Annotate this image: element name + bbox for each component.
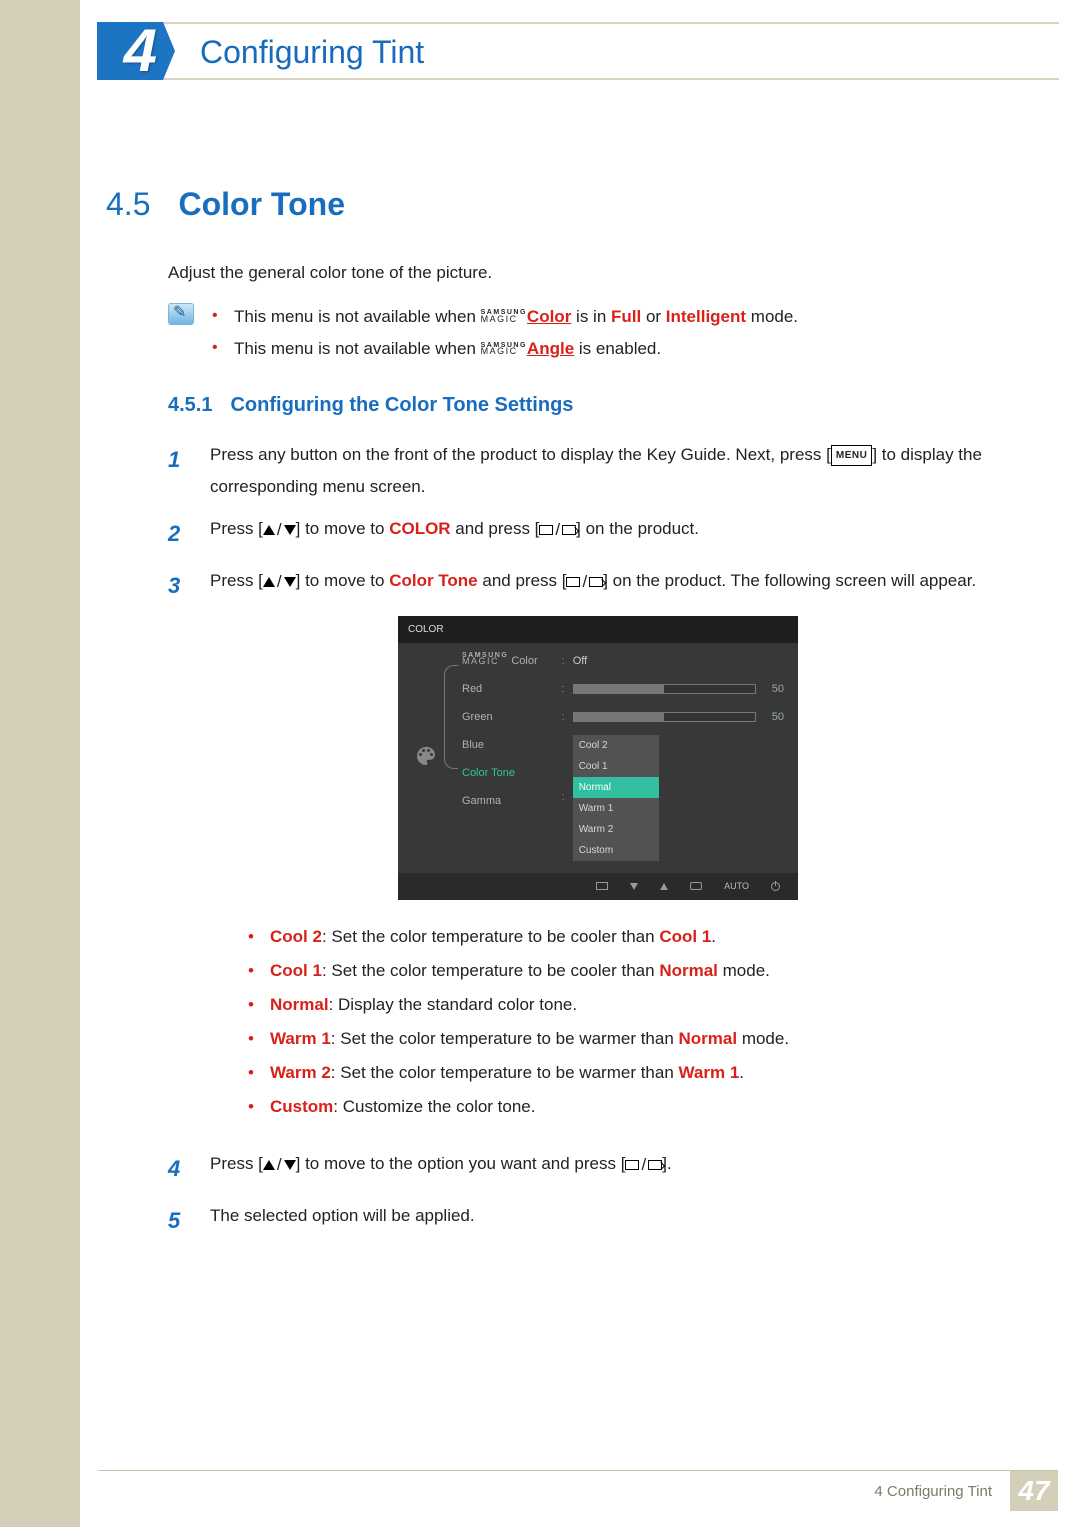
section-title: Color Tone	[178, 186, 345, 223]
up-down-icon: /	[263, 566, 296, 598]
list-item: Cool 2: Set the color temperature to be …	[248, 920, 986, 954]
osd-label: Blue	[462, 735, 538, 756]
osd-label: Gamma	[462, 791, 538, 812]
step-number: 2	[168, 513, 186, 555]
slider-icon	[573, 712, 756, 722]
osd-row: : Cool 2 Cool 1 Normal Warm 1 Warm 2 Cus…	[562, 735, 784, 861]
samsung-magic-icon: SAMSUNGMAGIC	[462, 653, 508, 666]
samsung-magic-icon: SAMSUNGMAGIC	[481, 343, 527, 356]
step-number: 1	[168, 439, 186, 481]
chapter-badge: 4	[97, 22, 163, 80]
chapter-number: 4	[124, 16, 157, 85]
steps-list: 1 Press any button on the front of the p…	[168, 439, 986, 1242]
options-list: Cool 2: Set the color temperature to be …	[248, 920, 986, 1124]
osd-up-icon	[660, 883, 668, 890]
osd-screenshot: COLOR SAMSUNGMAGIC Color Red Green Blue	[398, 616, 798, 900]
step-body: Press [/] to move to COLOR and press [/]…	[210, 513, 986, 546]
step: 2 Press [/] to move to COLOR and press […	[168, 513, 986, 555]
osd-row: :50	[562, 679, 784, 700]
osd-selected: Normal	[573, 777, 659, 798]
chapter-title: Configuring Tint	[200, 34, 424, 71]
note-icon	[168, 303, 194, 325]
step: 3 Press [/] to move to Color Tone and pr…	[168, 565, 986, 1138]
step-body: The selected option will be applied.	[210, 1200, 986, 1232]
page-sidebar	[0, 0, 80, 1527]
list-item: Cool 1: Set the color temperature to be …	[248, 954, 986, 988]
footer: 4 Configuring Tint 47	[80, 1471, 1058, 1511]
up-down-icon: /	[263, 1149, 296, 1181]
note-list: This menu is not available when SAMSUNGM…	[212, 301, 798, 366]
list-item: Warm 2: Set the color temperature to be …	[248, 1056, 986, 1090]
note-item: This menu is not available when SAMSUNGM…	[212, 333, 798, 365]
up-down-icon: /	[263, 514, 296, 546]
osd-row: :Off	[562, 651, 784, 672]
osd-row: :50	[562, 707, 784, 728]
step: 5 The selected option will be applied.	[168, 1200, 986, 1242]
osd-enter-icon	[690, 882, 702, 890]
step-body: Press [/] to move to Color Tone and pres…	[210, 565, 986, 1138]
subsection-number: 4.5.1	[168, 394, 212, 417]
section-heading: 4.5 Color Tone	[106, 186, 986, 223]
list-item: Custom: Customize the color tone.	[248, 1090, 986, 1124]
note-block: This menu is not available when SAMSUNGM…	[168, 301, 986, 366]
content: 4.5 Color Tone Adjust the general color …	[106, 186, 986, 1252]
select-enter-icon: /	[539, 514, 576, 546]
osd-label-active: Color Tone	[462, 763, 538, 784]
subsection-heading: 4.5.1 Configuring the Color Tone Setting…	[168, 394, 986, 417]
osd-footer: AUTO	[398, 873, 798, 900]
osd-back-icon	[596, 882, 608, 890]
select-enter-icon: /	[625, 1149, 662, 1181]
palette-icon	[414, 744, 438, 768]
samsung-magic-icon: SAMSUNGMAGIC	[481, 310, 527, 323]
osd-auto: AUTO	[724, 878, 749, 895]
step: 4 Press [/] to move to the option you wa…	[168, 1148, 986, 1190]
step-number: 4	[168, 1148, 186, 1190]
osd-label: SAMSUNGMAGIC Color	[462, 651, 538, 672]
intro-text: Adjust the general color tone of the pic…	[168, 263, 986, 283]
osd-label: Green	[462, 707, 538, 728]
list-item: Warm 1: Set the color temperature to be …	[248, 1022, 986, 1056]
select-enter-icon: /	[566, 566, 603, 598]
osd-label: Red	[462, 679, 538, 700]
step-number: 3	[168, 565, 186, 607]
menu-button-icon: MENU	[831, 445, 872, 466]
step-number: 5	[168, 1200, 186, 1242]
slider-icon	[573, 684, 756, 694]
note-item: This menu is not available when SAMSUNGM…	[212, 301, 798, 333]
step: 1 Press any button on the front of the p…	[168, 439, 986, 504]
step-body: Press [/] to move to the option you want…	[210, 1148, 986, 1181]
page-number: 47	[1010, 1471, 1058, 1511]
section-number: 4.5	[106, 186, 150, 223]
footer-text: 4 Configuring Tint	[874, 1483, 992, 1500]
osd-power-icon	[771, 882, 780, 891]
list-item: Normal: Display the standard color tone.	[248, 988, 986, 1022]
osd-down-icon	[630, 883, 638, 890]
osd-dropdown: Cool 2 Cool 1 Normal Warm 1 Warm 2 Custo…	[573, 735, 659, 861]
osd-bracket	[444, 665, 458, 769]
osd-title: COLOR	[398, 616, 798, 643]
subsection-title: Configuring the Color Tone Settings	[230, 394, 573, 417]
step-body: Press any button on the front of the pro…	[210, 439, 986, 504]
